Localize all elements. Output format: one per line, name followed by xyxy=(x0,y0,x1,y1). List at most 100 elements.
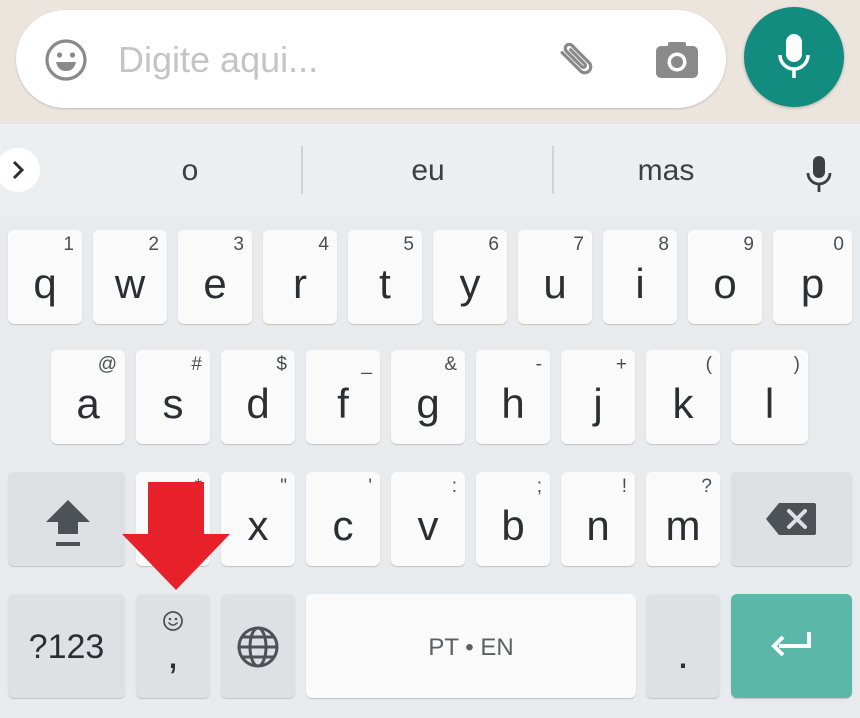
suggestion-3[interactable]: mas xyxy=(616,154,716,188)
key-hint: ( xyxy=(705,354,712,375)
key-j[interactable]: + j xyxy=(561,350,635,444)
smiley-icon xyxy=(163,611,183,631)
enter-key[interactable] xyxy=(731,594,852,698)
key-label: q xyxy=(33,260,57,307)
key-label: h xyxy=(501,380,525,427)
suggestion-strip: o eu mas xyxy=(0,124,860,216)
key-label: p xyxy=(800,260,825,307)
shift-key[interactable] xyxy=(8,472,125,566)
key-label: s xyxy=(162,380,184,427)
key-label: f xyxy=(337,380,349,427)
message-placeholder: Digite aqui... xyxy=(118,39,319,80)
microphone-icon[interactable] xyxy=(804,154,834,194)
key-hint: + xyxy=(615,354,627,375)
compose-bar: Digite aqui... xyxy=(0,0,860,124)
chevron-right-icon xyxy=(12,160,25,180)
key-hint: & xyxy=(444,354,457,375)
key-q[interactable]: 1 q xyxy=(8,230,82,324)
key-label: w xyxy=(114,260,146,307)
suggestion-2[interactable]: eu xyxy=(378,154,478,188)
key-hint: _ xyxy=(361,354,372,375)
key-e[interactable]: 3 e xyxy=(178,230,252,324)
suggestion-divider xyxy=(552,146,554,194)
backspace-icon xyxy=(766,503,816,535)
suggestion-1[interactable]: o xyxy=(140,154,240,188)
keyboard: 1 q 2 w 3 e 4 r 5 t 6 y 7 u 8 i 9 o 0 p … xyxy=(0,216,860,718)
key-c[interactable]: ' c xyxy=(306,472,380,566)
space-bar[interactable]: PT • EN xyxy=(306,594,636,698)
key-h[interactable]: - h xyxy=(476,350,550,444)
space-label: PT • EN xyxy=(428,634,514,661)
key-hint: 4 xyxy=(318,234,329,255)
key-hint: 2 xyxy=(148,234,159,255)
key-hint: " xyxy=(280,476,287,497)
period-key[interactable]: . xyxy=(646,594,720,698)
key-hint: 1 xyxy=(63,234,74,255)
key-hint: ; xyxy=(536,476,542,497)
key-m[interactable]: ? m xyxy=(646,472,720,566)
key-s[interactable]: # s xyxy=(136,350,210,444)
key-label: k xyxy=(672,380,694,427)
key-p[interactable]: 0 p xyxy=(773,230,852,324)
key-label: y xyxy=(459,260,481,307)
key-k[interactable]: ( k xyxy=(646,350,720,444)
key-hint: 8 xyxy=(658,234,669,255)
camera-icon[interactable] xyxy=(654,40,700,80)
key-label: g xyxy=(416,380,440,427)
return-arrow-icon xyxy=(771,632,811,657)
key-t[interactable]: 5 t xyxy=(348,230,422,324)
shift-arrow-icon xyxy=(46,500,90,546)
key-l[interactable]: ) l xyxy=(731,350,808,444)
key-label: c xyxy=(332,502,354,549)
backspace-key[interactable] xyxy=(731,472,852,566)
key-hint: 9 xyxy=(743,234,754,255)
key-label: v xyxy=(417,502,439,549)
key-r[interactable]: 4 r xyxy=(263,230,337,324)
microphone-icon xyxy=(778,34,810,78)
key-hint: 5 xyxy=(403,234,414,255)
key-g[interactable]: & g xyxy=(391,350,465,444)
message-input[interactable]: Digite aqui... xyxy=(16,10,726,108)
key-hint: 7 xyxy=(573,234,584,255)
paperclip-icon[interactable] xyxy=(552,34,602,84)
key-d[interactable]: $ d xyxy=(221,350,295,444)
key-label: n xyxy=(586,502,610,549)
key-w[interactable]: 2 w xyxy=(93,230,167,324)
key-label: u xyxy=(543,260,567,307)
expand-toolbar-button[interactable] xyxy=(0,148,40,192)
comma-key[interactable]: , xyxy=(136,594,210,698)
key-hint: $ xyxy=(276,354,287,375)
key-hint: 0 xyxy=(833,234,844,255)
key-hint: @ xyxy=(97,354,117,375)
red-down-arrow-icon xyxy=(122,482,230,590)
comma-label: , xyxy=(167,630,179,677)
period-label: . xyxy=(677,630,689,677)
key-label: d xyxy=(246,380,270,427)
key-a[interactable]: @ a xyxy=(51,350,125,444)
key-v[interactable]: : v xyxy=(391,472,465,566)
key-b[interactable]: ; b xyxy=(476,472,550,566)
language-key[interactable] xyxy=(221,594,295,698)
key-hint: : xyxy=(451,476,457,497)
voice-message-button[interactable] xyxy=(744,7,844,107)
key-n[interactable]: ! n xyxy=(561,472,635,566)
key-x[interactable]: " x xyxy=(221,472,295,566)
key-f[interactable]: _ f xyxy=(306,350,380,444)
suggestion-divider xyxy=(301,146,303,194)
key-hint: ? xyxy=(701,476,712,497)
globe-icon xyxy=(237,626,279,668)
key-hint: ' xyxy=(368,476,372,497)
key-u[interactable]: 7 u xyxy=(518,230,592,324)
key-y[interactable]: 6 y xyxy=(433,230,507,324)
key-hint: ! xyxy=(621,476,627,497)
emoji-icon[interactable] xyxy=(44,38,88,82)
key-label: b xyxy=(501,502,525,549)
key-label: o xyxy=(713,260,737,307)
symbols-key[interactable]: ?123 xyxy=(8,594,125,698)
key-hint: # xyxy=(191,354,202,375)
key-label: r xyxy=(293,260,307,307)
key-o[interactable]: 9 o xyxy=(688,230,762,324)
key-label: m xyxy=(665,502,701,549)
key-i[interactable]: 8 i xyxy=(603,230,677,324)
key-label: a xyxy=(76,380,100,427)
